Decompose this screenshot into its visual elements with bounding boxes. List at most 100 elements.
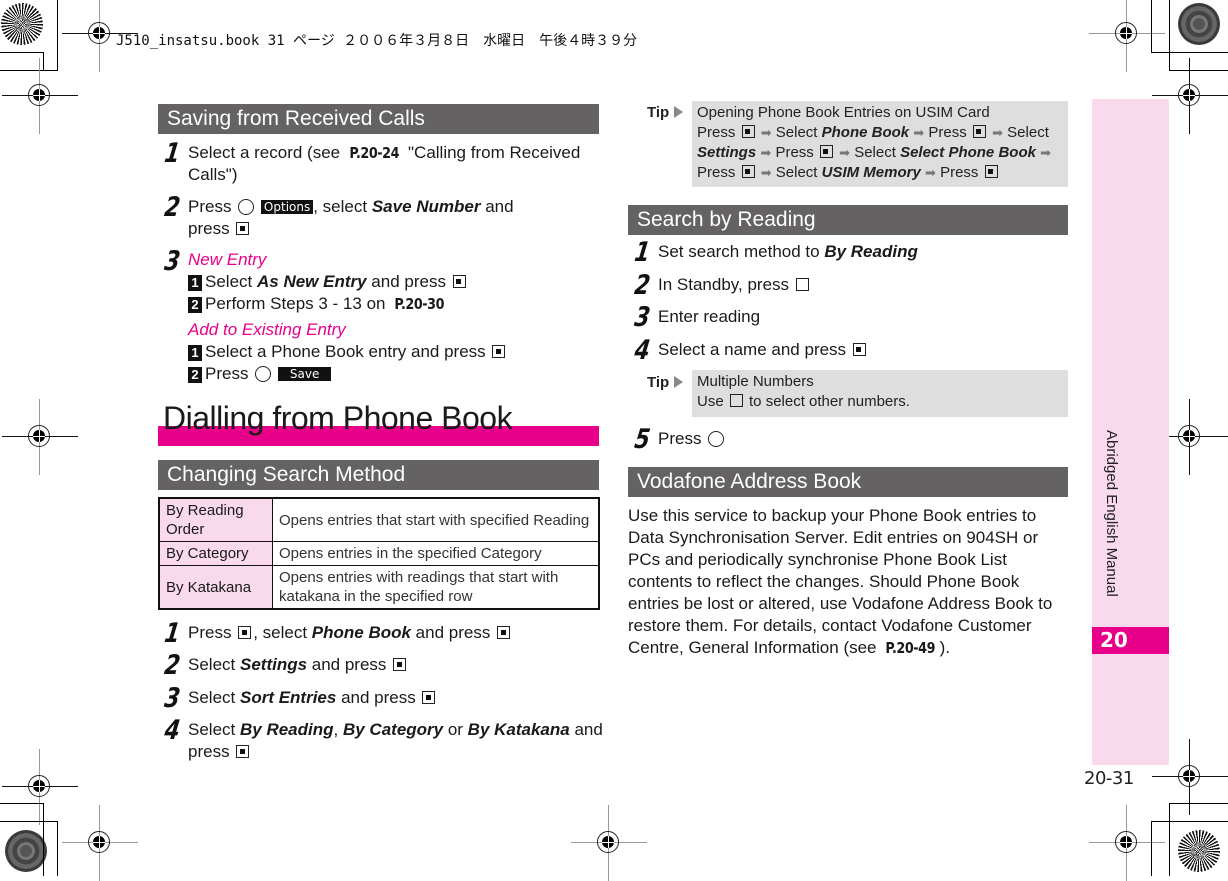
text: Select (854, 144, 896, 161)
text: Select (205, 272, 257, 291)
triangle-right-icon (674, 376, 684, 388)
arrow-right-icon: ➡ (1040, 145, 1052, 160)
center-key-icon (238, 626, 252, 639)
table-label-cell: By Katakana (158, 565, 273, 610)
step-3-text: New Entry 1 Select As New Entry and press… (188, 249, 588, 385)
text: Select (1007, 124, 1049, 141)
tip-text: Tip (647, 374, 670, 391)
step-2-text: In Standby, press (658, 274, 811, 296)
phonebook-key-icon (795, 278, 809, 291)
table-row: By Reading Order Opens entries that star… (158, 497, 600, 542)
center-key-icon (852, 343, 866, 356)
page-reference-link[interactable]: P.20-49 (886, 637, 936, 659)
text: or (443, 720, 468, 739)
menu-item-name: Settings (697, 144, 757, 161)
text: In Standby, press (658, 275, 794, 294)
crop-line (57, 821, 58, 876)
registration-mark-icon (1152, 58, 1228, 134)
substep-number: 1 (188, 275, 202, 291)
registration-mark-icon (1089, 0, 1165, 72)
substep: 1 Select a Phone Book entry and press (188, 341, 588, 363)
table-label-cell: By Category (158, 541, 273, 566)
address-book-paragraph: Use this service to backup your Phone Bo… (628, 505, 1068, 659)
text: Press (928, 124, 967, 141)
menu-item-name: Phone Book (821, 124, 910, 141)
center-key-icon (393, 658, 407, 671)
up-down-key-icon (729, 394, 743, 407)
step-3-text: Enter reading (658, 306, 760, 328)
crop-line (43, 52, 44, 71)
center-key-icon (492, 345, 506, 358)
arrow-right-icon: ➡ (760, 125, 772, 140)
registration-starburst-bottom-right (1178, 830, 1220, 872)
substep: 1 Select As New Entry and press (188, 271, 588, 293)
step-number: 2 (162, 650, 183, 681)
arrow-right-icon: ➡ (925, 165, 936, 180)
section-header-vodafone-address-book: Vodafone Address Book (628, 467, 1068, 497)
text: and press (336, 688, 421, 707)
menu-item-name: By Katakana (467, 720, 570, 739)
registration-mark-icon (2, 399, 78, 475)
page-reference-link[interactable]: P.20-24 (349, 142, 399, 164)
substep-number: 2 (188, 367, 202, 383)
tip-box-multiple-numbers: Multiple Numbers Use to select other num… (692, 370, 1068, 417)
tip-text: Tip (647, 104, 670, 121)
registration-starburst-bottom-left (5, 830, 47, 872)
tip-title: Multiple Numbers (697, 373, 814, 390)
center-key-icon (984, 165, 998, 178)
step-number: 3 (162, 683, 183, 714)
registration-starburst-top-left (1, 3, 43, 45)
arrow-right-icon: ➡ (992, 125, 1003, 140)
table-row: By Category Opens entries in the specifi… (158, 541, 600, 566)
options-softkey-icon: Options (260, 200, 314, 214)
center-key-icon (497, 626, 511, 639)
text: Select a record (see (188, 143, 345, 162)
arrow-right-icon: ➡ (839, 145, 851, 160)
text: Perform Steps 3 - 13 on (205, 294, 391, 313)
text: Select (188, 655, 240, 674)
step-4-text: Select By Reading, By Category or By Kat… (188, 719, 603, 763)
step-1-text: Press , select Phone Book and press (188, 622, 512, 644)
table-row: By Katakana Opens entries with readings … (158, 565, 600, 610)
camera-key-icon (255, 366, 272, 382)
step-number: 1 (162, 618, 183, 649)
substep-number: 1 (188, 345, 202, 361)
crop-line (1151, 0, 1152, 53)
crop-line (1169, 0, 1170, 71)
crop-line (1151, 821, 1152, 876)
option-label-add-to-existing: Add to Existing Entry (188, 320, 346, 339)
text: Select a Phone Book entry and press (205, 342, 491, 361)
step-4-text: Select a name and press (658, 339, 868, 361)
tip-body: Use to select other numbers. (697, 392, 1063, 412)
step-number: 3 (632, 302, 653, 333)
step-number: 3 (162, 246, 183, 277)
text: Press (205, 364, 254, 383)
text: Press (697, 164, 736, 181)
menu-item-name: USIM Memory (821, 164, 921, 181)
menu-item-name: By Reading (239, 720, 334, 739)
text: Press (775, 144, 814, 161)
registration-mark-icon (2, 749, 78, 825)
tip-title: Opening Phone Book Entries on USIM Card (697, 104, 990, 121)
text: Select (775, 124, 818, 141)
option-label-new-entry: New Entry (188, 250, 267, 269)
text: Use (697, 393, 728, 410)
page-reference-link[interactable]: P.20-30 (395, 293, 445, 315)
tip-box-usim: Opening Phone Book Entries on USIM Card … (692, 101, 1068, 187)
text: , select (253, 623, 312, 642)
tip-label: Tip (647, 374, 684, 391)
mail-key-icon (238, 199, 255, 215)
registration-mark-icon (571, 805, 647, 881)
center-key-icon (236, 222, 250, 235)
registration-mark-icon (1089, 805, 1165, 881)
menu-item-name: Save Number (371, 197, 481, 216)
section-header-changing-search-method: Changing Search Method (158, 460, 599, 490)
print-header: J510_insatsu.book 31 ページ ２００６年３月８日 水曜日 午… (116, 33, 638, 49)
side-tab-label: Abridged English Manual (1103, 430, 1120, 597)
step-number: 1 (632, 237, 653, 268)
step-5-text: Press (658, 428, 726, 450)
center-key-icon (741, 165, 755, 178)
crop-line (1169, 803, 1228, 804)
menu-item-name: Phone Book (311, 623, 411, 642)
text: and press (410, 623, 496, 642)
